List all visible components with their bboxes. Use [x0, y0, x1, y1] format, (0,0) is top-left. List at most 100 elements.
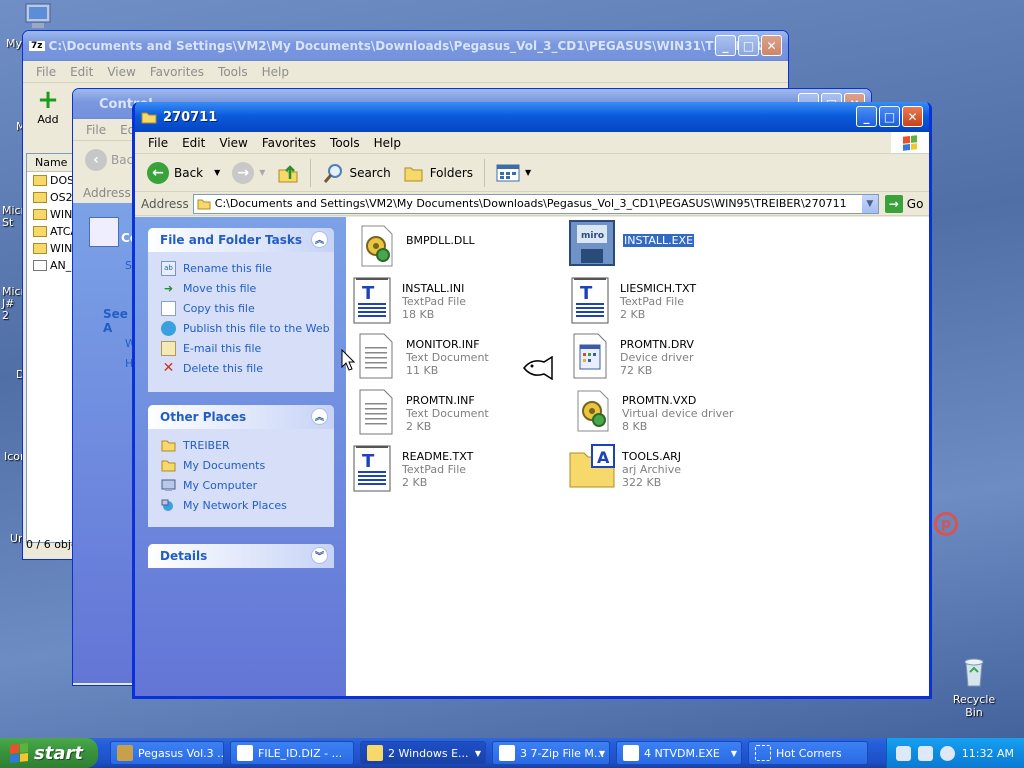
list-item[interactable]: ATCA [27, 223, 73, 240]
address-dropdown-button[interactable]: ▼ [860, 194, 878, 213]
task-copy-file[interactable]: Copy this file [148, 298, 334, 318]
menu-edit[interactable]: Edit [175, 134, 212, 152]
menu-edit[interactable]: Edit [63, 63, 100, 81]
file-type: Text Document [406, 407, 489, 420]
chevron-down-icon: ▼ [525, 168, 532, 177]
back-button[interactable]: ‹ Bac [85, 149, 133, 171]
task-email-file[interactable]: E-mail this file [148, 338, 334, 358]
close-button[interactable]: ✕ [902, 106, 923, 127]
maximize-button[interactable]: □ [879, 106, 900, 127]
list-item[interactable]: WIN3 [27, 240, 73, 257]
menu-help[interactable]: Help [255, 63, 296, 81]
file-folder-tasks-heading: File and Folder Tasks [160, 233, 303, 247]
details-header[interactable]: Details ︾ [148, 544, 334, 568]
taskbar-button-active-group[interactable]: 2 Windows E... ▼ [360, 741, 486, 765]
up-folder-button[interactable] [273, 159, 303, 187]
column-header-name[interactable]: Name [27, 154, 73, 172]
taskbar-button[interactable]: 3 7-Zip File M... ▼ [492, 741, 610, 765]
folders-icon [404, 167, 423, 181]
file-item[interactable]: T LIESMICH.TXT TextPad File 2 KB [570, 275, 696, 324]
place-treiber[interactable]: TREIBER [148, 435, 334, 455]
search-button[interactable]: Search [318, 159, 394, 187]
task-publish-web[interactable]: Publish this file to the Web [148, 318, 334, 338]
other-places-header[interactable]: Other Places ︽ [148, 405, 334, 429]
back-button[interactable]: ← Back ▼ [143, 159, 224, 187]
explorer-window-270711[interactable]: 270711 _ □ ✕ File Edit View Favorites To… [132, 102, 932, 699]
text-document-icon [356, 387, 398, 435]
window-title-bar[interactable]: 7z C:\Documents and Settings\VM2\My Docu… [23, 31, 788, 61]
file-item[interactable]: T INSTALL.INI TextPad File 18 KB [352, 275, 466, 324]
desktop-icon-my-computer[interactable] [22, 2, 56, 32]
task-delete-file[interactable]: ✕ Delete this file [148, 358, 334, 378]
file-item[interactable]: PROMTN.INF Text Document 2 KB [356, 387, 489, 435]
views-button[interactable]: ▼ [492, 160, 535, 186]
collapse-chevron-icon[interactable]: ︽ [311, 231, 328, 248]
file-item[interactable]: T README.TXT TextPad File 2 KB [352, 443, 473, 492]
list-item[interactable]: WIN9 [27, 206, 73, 223]
text-document-icon [356, 331, 398, 379]
desktop-icon-recycle-bin[interactable]: Recycle Bin [944, 656, 1004, 719]
menu-file[interactable]: File [141, 134, 175, 152]
taskbar-button[interactable]: FILE_ID.DIZ - ... [230, 741, 354, 765]
place-my-network[interactable]: My Network Places [148, 495, 334, 515]
chevron-down-icon[interactable]: ▼ [214, 168, 220, 177]
menu-tools[interactable]: Tools [211, 63, 255, 81]
task-item[interactable]: S [125, 259, 132, 272]
start-button[interactable]: start [0, 738, 98, 768]
tray-icon[interactable] [917, 745, 933, 761]
file-item[interactable]: PROMTN.VXD Virtual device driver 8 KB [572, 387, 733, 435]
maximize-button[interactable]: □ [738, 35, 759, 56]
move-file-icon: ➜ [163, 281, 174, 295]
task-rename-file[interactable]: ab Rename this file [148, 258, 334, 278]
minimize-button[interactable]: _ [856, 106, 877, 127]
search-label: Search [349, 165, 391, 180]
file-name: BMPDLL.DLL [406, 234, 475, 247]
taskbar-button[interactable]: Hot Corners [748, 741, 868, 765]
menu-file[interactable]: File [29, 63, 63, 81]
list-item[interactable]: DOS [27, 172, 73, 189]
menu-favorites[interactable]: Favorites [143, 63, 211, 81]
place-my-documents[interactable]: My Documents [148, 455, 334, 475]
back-arrow-icon: ← [147, 161, 169, 184]
list-item[interactable]: AN_I [27, 257, 73, 274]
tray-icon[interactable] [939, 745, 955, 761]
7zip-icon: 7z [29, 41, 45, 51]
svg-text:T: T [580, 283, 593, 304]
folders-button[interactable]: Folders [399, 160, 477, 186]
clock[interactable]: 11:32 AM [962, 747, 1014, 760]
file-item[interactable]: miro INSTALL.EXE [569, 219, 695, 267]
list-item[interactable]: OS2 [27, 189, 73, 206]
minimize-button[interactable]: _ [715, 35, 736, 56]
file-item[interactable]: A TOOLS.ARJ arj Archive 322 KB [568, 443, 681, 491]
file-item[interactable]: PROMTN.DRV Device driver 72 KB [570, 331, 694, 379]
delete-x-icon: ✕ [162, 360, 175, 376]
place-label: TREIBER [183, 438, 230, 452]
file-folder-tasks-header[interactable]: File and Folder Tasks ︽ [148, 228, 334, 252]
expand-chevron-icon[interactable]: ︾ [311, 547, 328, 564]
control-panel-icon [89, 217, 119, 247]
task-move-file[interactable]: ➜ Move this file [148, 278, 334, 298]
menu-view[interactable]: View [100, 63, 142, 81]
tray-icon[interactable] [895, 745, 911, 761]
menu-favorites[interactable]: Favorites [255, 134, 323, 152]
place-my-computer[interactable]: My Computer [148, 475, 334, 495]
close-button[interactable]: ✕ [761, 35, 782, 56]
taskbar-button[interactable]: 4 NTVDM.EXE ▼ [616, 741, 742, 765]
go-button[interactable]: → Go [884, 194, 923, 213]
address-input[interactable]: C:\Documents and Settings\VM2\My Documen… [192, 193, 879, 214]
menu-tools[interactable]: Tools [323, 134, 367, 152]
file-item[interactable]: BMPDLL.DLL [356, 222, 475, 270]
forward-button[interactable]: → ▼ [228, 159, 269, 187]
file-item[interactable]: MONITOR.INF Text Document 11 KB [356, 331, 489, 379]
menu-help[interactable]: Help [367, 134, 408, 152]
add-button[interactable]: + Add [33, 87, 63, 126]
place-label: My Documents [183, 458, 266, 472]
toolbar-separator [310, 158, 312, 187]
collapse-chevron-icon[interactable]: ︽ [311, 408, 328, 425]
file-type: Device driver [620, 351, 694, 364]
taskbar-button[interactable]: Pegasus Vol.3 ... [110, 741, 224, 765]
file-size: 2 KB [402, 476, 428, 489]
window-title-bar[interactable]: 270711 [135, 102, 929, 132]
menu-file[interactable]: File [79, 121, 113, 139]
menu-view[interactable]: View [212, 134, 254, 152]
